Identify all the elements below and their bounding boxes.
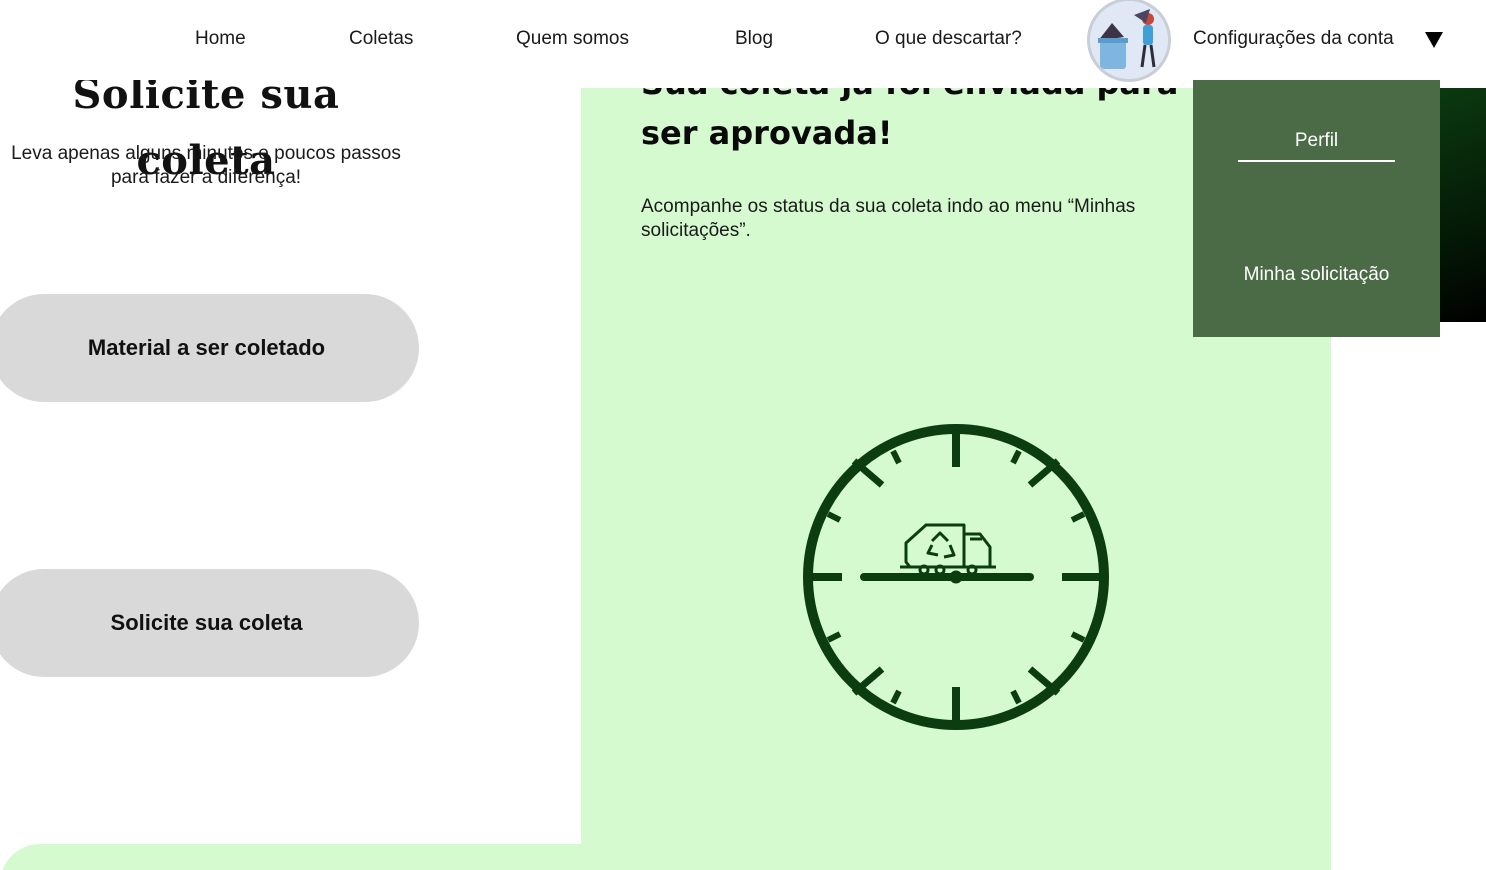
account-dropdown-menu: Perfil Minha solicitação <box>1193 80 1440 337</box>
nav-link-o-que-descartar[interactable]: O que descartar? <box>875 27 1022 51</box>
navbar: Home Coletas Quem somos Blog O que desca… <box>0 0 1486 82</box>
confirmation-title: Sua coleta já foi enviada para ser aprov… <box>641 88 1178 152</box>
page-subtitle: Leva apenas alguns minutos e poucos pass… <box>11 143 401 188</box>
caret-down-icon[interactable] <box>1424 31 1444 49</box>
clock-truck-icon <box>803 424 1109 730</box>
avatar-illustration <box>1090 1 1168 79</box>
nav-link-quem-somos[interactable]: Quem somos <box>516 27 629 51</box>
account-settings-label[interactable]: Configurações da conta <box>1193 27 1394 51</box>
confirmation-text: Acompanhe os status da sua coleta indo a… <box>641 196 1136 241</box>
avatar[interactable] <box>1087 0 1171 82</box>
page: Sua coleta já foi enviada para ser aprov… <box>0 0 1486 870</box>
nav-link-home[interactable]: Home <box>195 27 246 51</box>
solicite-coleta-button[interactable]: Solicite sua coleta <box>0 569 419 677</box>
nav-link-blog[interactable]: Blog <box>735 27 773 51</box>
dropdown-item-perfil[interactable]: Perfil <box>1238 129 1395 162</box>
material-button[interactable]: Material a ser coletado <box>0 294 419 402</box>
dropdown-item-minha-solicitacao[interactable]: Minha solicitação <box>1238 263 1395 287</box>
nav-link-coletas[interactable]: Coletas <box>349 27 413 51</box>
